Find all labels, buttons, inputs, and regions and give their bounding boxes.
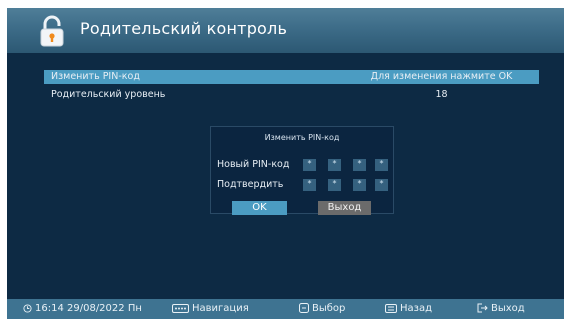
status-bar: 16:14 29/08/2022 Пн Навигация Выбор Наза…	[7, 299, 564, 319]
confirm-pin-digit[interactable]: *	[303, 179, 316, 191]
back-text: Назад	[400, 303, 433, 314]
new-pin-label: Новый PIN-код	[217, 159, 290, 170]
menu-item-value: Для изменения нажмите OK	[370, 71, 513, 82]
new-pin-digit[interactable]: *	[328, 159, 341, 171]
dialog-title: Изменить PIN-код	[264, 133, 340, 142]
menu-item-value: 18	[435, 89, 448, 100]
menu-item-label: Родительский уровень	[51, 89, 166, 100]
back-key-icon	[385, 304, 397, 313]
navigation-keys-icon	[172, 304, 189, 313]
footer-hint-back: Назад	[385, 302, 432, 316]
confirm-pin-label: Подтвердить	[217, 179, 284, 190]
ok-key-icon	[299, 303, 309, 313]
footer-hint-select: Выбор	[299, 302, 345, 316]
footer-datetime: 16:14 29/08/2022 Пн	[23, 302, 142, 316]
confirm-pin-digit[interactable]: *	[328, 179, 341, 191]
confirm-pin-digit[interactable]: *	[375, 179, 388, 191]
navigation-text: Навигация	[192, 303, 249, 314]
new-pin-digit[interactable]: *	[375, 159, 388, 171]
header-bar: Родительский контроль	[7, 8, 564, 53]
menu-item-change-pin[interactable]: Изменить PIN-код Для изменения нажмите O…	[44, 70, 539, 84]
exit-button[interactable]: Выход	[318, 201, 371, 215]
tv-screen: Родительский контроль Изменить PIN-код Д…	[7, 8, 564, 319]
new-pin-digit[interactable]: *	[303, 159, 316, 171]
datetime-text: 16:14 29/08/2022 Пн	[35, 303, 142, 314]
lock-icon	[37, 14, 67, 48]
change-pin-dialog: Изменить PIN-код Новый PIN-код * * * * П…	[210, 126, 394, 215]
clock-icon	[23, 304, 32, 313]
menu-item-label: Изменить PIN-код	[51, 71, 140, 82]
menu-item-parental-level[interactable]: Родительский уровень 18	[44, 88, 539, 102]
page-title: Родительский контроль	[80, 19, 288, 38]
select-text: Выбор	[312, 303, 346, 314]
confirm-pin-digit[interactable]: *	[353, 179, 366, 191]
exit-text: Выход	[491, 303, 525, 314]
ok-button[interactable]: OK	[232, 201, 287, 215]
new-pin-digit[interactable]: *	[353, 159, 366, 171]
footer-hint-exit: Выход	[477, 302, 525, 316]
footer-hint-navigation: Навигация	[172, 302, 249, 316]
exit-key-icon	[477, 303, 488, 313]
